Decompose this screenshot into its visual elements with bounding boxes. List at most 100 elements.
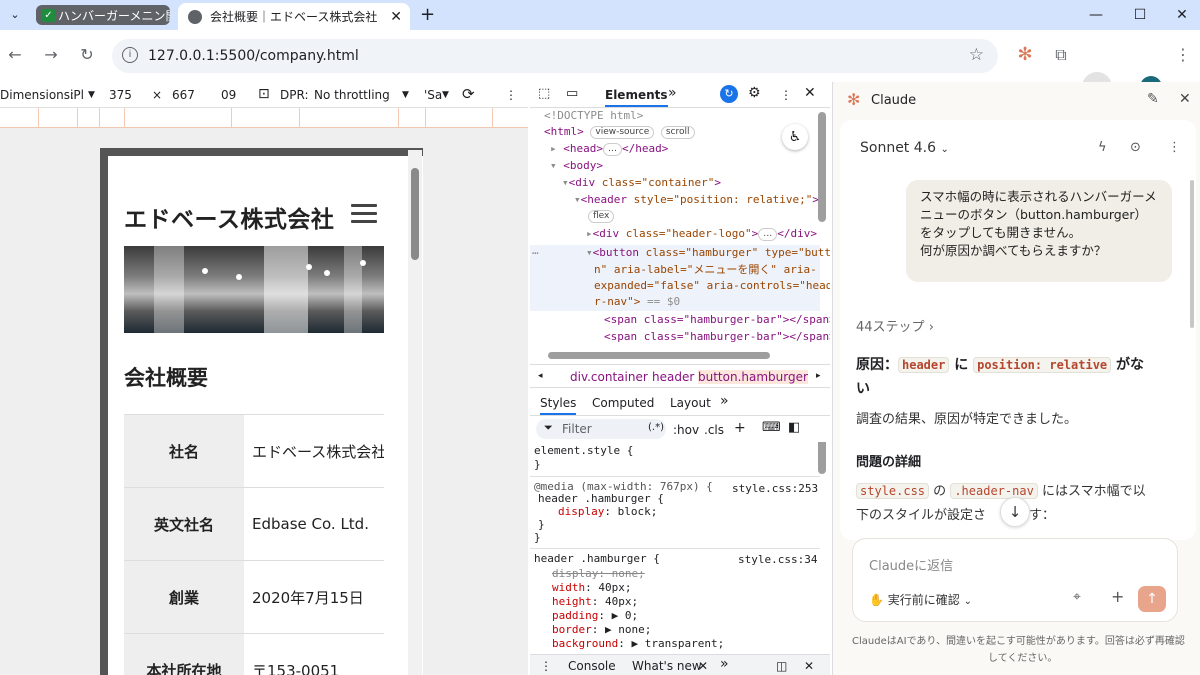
view-source-pill[interactable]: view-source — [590, 125, 655, 139]
browser-menu-icon[interactable]: ⋮ — [1172, 44, 1194, 66]
bookmark-star-icon[interactable]: ☆ — [969, 45, 984, 65]
dom-span-bar-1[interactable]: <span class="hamburger-bar"></span> — [604, 312, 830, 328]
hov-toggle[interactable]: :hov — [673, 423, 699, 437]
dom-button-line2[interactable]: n" aria-label="メニューを開く" aria- — [594, 262, 817, 278]
save-data-dropdown-icon[interactable]: ▼ — [442, 90, 449, 100]
head-ellipsis[interactable]: … — [603, 142, 622, 156]
dom-flex-badge[interactable]: flex — [588, 208, 615, 224]
background-prop[interactable]: background: ▶ transparent; — [552, 637, 724, 651]
reload-icon[interactable]: ↻ — [76, 44, 98, 66]
dom-span-bar-2[interactable]: <span class="hamburger-bar"></span> — [604, 329, 830, 345]
site-info-icon[interactable]: i — [122, 47, 138, 63]
overridden-display-prop[interactable]: display: none; — [552, 567, 645, 581]
dom-button-line4[interactable]: r-nav"> == $0 — [594, 294, 680, 310]
address-bar[interactable]: i 127.0.0.1:5500/company.html ☆ — [112, 39, 998, 73]
panel-close-icon[interactable]: ✕ — [1179, 91, 1191, 107]
regex-toggle[interactable]: (.*) — [648, 422, 664, 433]
devtools-settings-icon[interactable]: ⚙ — [748, 85, 761, 101]
hamburger-menu-button[interactable] — [351, 204, 377, 224]
throttling-select[interactable]: No throttling — [314, 88, 390, 102]
device-select[interactable]: iPl — [70, 88, 84, 102]
accessibility-icon[interactable]: ♿ — [782, 124, 808, 150]
crumb-left-icon[interactable]: ◂ — [538, 371, 543, 381]
model-selector[interactable]: Sonnet 4.6 ⌄ — [860, 140, 949, 156]
height-prop[interactable]: height: 40px; — [552, 595, 638, 609]
claude-extension-icon[interactable]: ✻ — [1014, 44, 1036, 66]
cursor-select-icon[interactable]: ⌖ — [1073, 589, 1081, 605]
crumb-right-icon[interactable]: ▸ — [816, 371, 821, 381]
styles-vscroll[interactable] — [818, 442, 826, 474]
dom-node-dots[interactable]: … — [532, 243, 539, 259]
device-toggle-icon[interactable]: ▭ — [566, 86, 578, 101]
tab-elements[interactable]: Elements — [605, 88, 668, 107]
tab-computed[interactable]: Computed — [592, 396, 654, 410]
pin-icon[interactable]: ✎ — [1147, 91, 1159, 107]
drawer-dock-icon[interactable]: ◫ — [776, 659, 787, 673]
dom-header-logo[interactable]: ▸<div class="header-logo">… </div> — [586, 226, 817, 242]
more-style-tabs-icon[interactable]: » — [720, 393, 729, 409]
flex-pill[interactable]: flex — [588, 209, 615, 223]
crumb-button[interactable]: button.hamburger — [698, 370, 808, 384]
send-button[interactable]: ↑ — [1138, 586, 1166, 612]
elements-vscroll[interactable] — [818, 112, 826, 222]
device-more-icon[interactable]: ⋮ — [505, 88, 517, 102]
drawer-more-icon[interactable]: » — [720, 656, 729, 672]
dom-html[interactable]: <html> view-source scroll — [544, 124, 695, 140]
dom-button-line1[interactable]: ▾<button class="hamburger" type="butto — [586, 245, 830, 261]
active-tab[interactable]: 会社概要｜エドベース株式会社 ✕ — [178, 3, 410, 30]
minimize-icon[interactable]: — — [1086, 6, 1106, 24]
width-input[interactable]: 375 — [109, 88, 132, 102]
chat-scrollbar[interactable] — [1190, 180, 1194, 328]
tab-styles[interactable]: Styles — [540, 396, 577, 415]
sidebar-toggle-icon[interactable]: ◧ — [788, 420, 800, 435]
rule-selector[interactable]: header .hamburger { — [534, 552, 660, 566]
chat-more-icon[interactable]: ⋮ — [1168, 140, 1181, 155]
scroll-down-button[interactable]: ↓ — [1000, 497, 1030, 527]
extensions-puzzle-icon[interactable]: ⧉ — [1050, 44, 1072, 66]
rule-source-link[interactable]: style.css:34 — [738, 553, 817, 567]
close-window-icon[interactable]: ✕ — [1172, 6, 1192, 24]
close-tab-icon[interactable]: ✕ — [390, 9, 402, 25]
lightning-icon[interactable]: ϟ — [1098, 140, 1107, 155]
more-tabs-icon[interactable]: » — [668, 85, 677, 101]
sync-icon[interactable]: ↻ — [720, 85, 738, 103]
cls-toggle[interactable]: .cls — [704, 423, 724, 437]
screenshot-icon[interactable]: ⊡ — [258, 86, 270, 102]
crumb-header[interactable]: header — [652, 370, 694, 384]
dom-head[interactable]: ▸ <head>… </head> — [550, 141, 668, 157]
devtools-close-icon[interactable]: ✕ — [804, 85, 816, 101]
zoom-select[interactable]: 09 — [221, 88, 236, 102]
devtools-more-icon[interactable]: ⋮ — [780, 88, 792, 102]
chat-history-icon[interactable]: ⊙ — [1130, 140, 1141, 155]
tab-layout[interactable]: Layout — [670, 396, 711, 410]
reply-composer[interactable]: Claudeに返信 ✋ 実行前に確認 ⌄ ⌖ + — [852, 538, 1178, 622]
width-prop[interactable]: width: 40px; — [552, 581, 632, 595]
attach-plus-icon[interactable]: + — [1111, 587, 1124, 606]
dom-container[interactable]: ▾<div class="container"> — [562, 175, 721, 191]
media-source-link[interactable]: style.css:253 — [732, 482, 818, 496]
scrollbar-thumb[interactable] — [411, 168, 419, 260]
steps-toggle[interactable]: 44ステップ › — [856, 316, 934, 335]
close-whats-new-icon[interactable]: ✕ — [698, 659, 708, 673]
drawer-menu-icon[interactable]: ⋮ — [540, 659, 552, 673]
confirm-mode-selector[interactable]: ✋ 実行前に確認 ⌄ — [869, 591, 972, 608]
dom-doctype[interactable]: <!DOCTYPE html> — [544, 108, 643, 124]
viewport-scrollbar[interactable] — [408, 150, 422, 675]
forward-icon[interactable]: → — [40, 44, 62, 66]
rotate-icon[interactable]: ⟳ — [462, 85, 475, 103]
drawer-tab-whats-new[interactable]: What's new — [632, 659, 702, 673]
paint-icon[interactable]: ⌨ — [762, 420, 781, 435]
height-input[interactable]: 667 — [172, 88, 195, 102]
drawer-close-icon[interactable]: ✕ — [804, 659, 814, 673]
save-data-select[interactable]: 'Sa — [424, 88, 442, 102]
elements-hscroll[interactable] — [548, 352, 770, 359]
throttling-dropdown-icon[interactable]: ▼ — [402, 90, 409, 100]
crumb-container[interactable]: div.container — [570, 370, 648, 384]
tab-group-chip[interactable]: ✓ ハンバーガーメニン開か — [36, 5, 170, 25]
border-prop[interactable]: border: ▶ none; — [552, 623, 651, 637]
filter-input[interactable]: ⏷ Filter (.*) — [536, 419, 666, 439]
new-tab-icon[interactable]: + — [420, 4, 435, 25]
padding-prop[interactable]: padding: ▶ 0; — [552, 609, 638, 623]
back-icon[interactable]: ← — [4, 44, 26, 66]
dom-header[interactable]: ▾<header style="position: relative;"> — [574, 192, 819, 208]
